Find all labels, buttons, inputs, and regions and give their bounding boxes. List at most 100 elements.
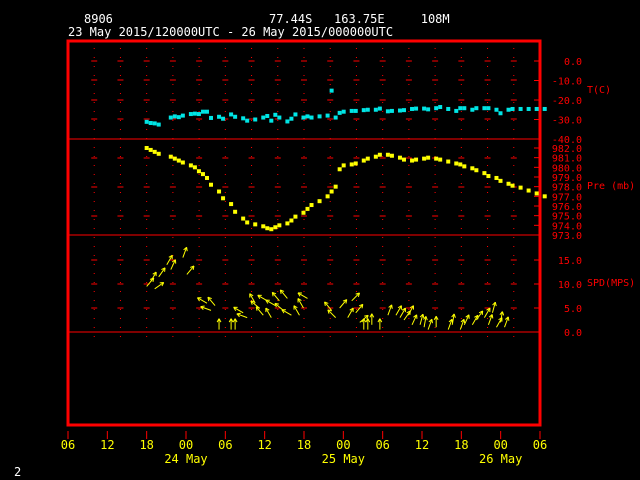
temp-point xyxy=(152,121,157,126)
wind-arrow-head xyxy=(453,313,456,318)
pressure-point xyxy=(526,188,531,193)
temp-point xyxy=(438,105,443,110)
temp-point xyxy=(261,115,266,120)
pressure-point xyxy=(542,194,547,199)
temp-point xyxy=(325,113,330,118)
temp-tick-label: 0.0 xyxy=(564,57,582,68)
temp-point xyxy=(389,108,394,113)
temp-point xyxy=(365,107,370,112)
wind-tick-label: 5.0 xyxy=(564,304,582,315)
temp-point xyxy=(176,115,181,120)
temp-tick-label: -20.0 xyxy=(552,96,582,107)
pressure-point xyxy=(233,209,238,214)
wind-arrow-head xyxy=(463,319,466,324)
pressure-point xyxy=(229,202,234,207)
pressure-point xyxy=(261,224,266,229)
temp-point xyxy=(273,112,278,117)
pressure-point xyxy=(208,182,213,187)
temp-point xyxy=(434,106,439,111)
temp-point xyxy=(506,107,511,112)
pressure-point xyxy=(176,158,181,163)
temp-point xyxy=(486,106,491,111)
temp-point xyxy=(245,118,250,123)
pressure-point xyxy=(337,167,342,172)
x-tick-label: 12 xyxy=(100,438,114,452)
pressure-point xyxy=(293,214,298,219)
x-tick-label: 06 xyxy=(61,438,75,452)
x-tick-label: 18 xyxy=(139,438,153,452)
plot-frame xyxy=(66,39,542,427)
pressure-point xyxy=(148,147,153,152)
wind-tick-label: 15.0 xyxy=(558,256,582,267)
pressure-point xyxy=(285,221,290,226)
pressure-point xyxy=(152,149,157,154)
wind-arrow-head xyxy=(236,312,241,315)
pressure-point xyxy=(510,183,515,188)
wind-arrow-head xyxy=(200,305,205,308)
pressure-point xyxy=(534,191,539,196)
temp-point xyxy=(196,112,201,117)
pressure-point xyxy=(474,168,479,173)
pressure-point xyxy=(305,206,310,211)
wind-arrow-head xyxy=(422,314,425,319)
temp-point xyxy=(253,117,258,122)
temp-point xyxy=(341,109,346,114)
temp-point xyxy=(229,112,234,117)
wind-arrow-head xyxy=(186,247,188,252)
temp-point xyxy=(422,106,427,111)
temp-point xyxy=(277,115,282,120)
temp-point xyxy=(180,113,185,118)
pressure-point xyxy=(188,163,193,168)
pressure-point xyxy=(426,155,431,160)
temp-point xyxy=(241,116,246,121)
temp-point xyxy=(144,119,149,124)
date-label: 26 May xyxy=(479,452,522,466)
temp-point xyxy=(329,88,334,93)
pressure-point xyxy=(377,152,382,157)
temp-point xyxy=(510,106,515,111)
temp-point xyxy=(172,114,177,119)
pressure-point xyxy=(309,203,314,208)
temp-point xyxy=(385,109,390,114)
temp-point xyxy=(208,115,213,120)
temp-point xyxy=(518,106,523,111)
temp-point xyxy=(269,118,274,123)
x-tick-label: 12 xyxy=(415,438,429,452)
temp-point xyxy=(293,112,298,117)
pressure-point xyxy=(462,164,467,169)
pressure-point xyxy=(373,154,378,159)
pressure-point xyxy=(289,218,294,223)
pressure-point xyxy=(156,151,161,156)
temp-point xyxy=(192,111,197,116)
wind-axis-label: SPD(MPS) xyxy=(587,278,635,289)
pressure-point xyxy=(180,160,185,165)
x-tick-label: 00 xyxy=(493,438,507,452)
pressure-point xyxy=(385,152,390,157)
pressure-point xyxy=(172,156,177,161)
x-tick-label: 06 xyxy=(533,438,547,452)
wind-arrow-head xyxy=(501,311,505,316)
temp-point xyxy=(426,107,431,112)
temp-point xyxy=(373,107,378,112)
pressure-point xyxy=(434,156,439,161)
temp-point xyxy=(156,122,161,127)
temp-point xyxy=(498,111,503,116)
temp-point xyxy=(148,121,153,126)
wind-tick-label: 0.0 xyxy=(564,328,582,339)
temp-point xyxy=(458,106,463,111)
pressure-point xyxy=(200,172,205,177)
temp-point xyxy=(305,114,310,119)
x-tick-label: 12 xyxy=(257,438,271,452)
temp-point xyxy=(397,108,402,113)
pressure-point xyxy=(217,189,222,194)
temp-point xyxy=(454,108,459,113)
temp-point xyxy=(377,106,382,111)
pressure-point xyxy=(438,157,443,162)
pressure-point xyxy=(389,153,394,158)
temp-point xyxy=(337,110,342,115)
wind-arrow-head xyxy=(494,302,497,307)
pressure-point xyxy=(506,181,511,186)
pressure-point xyxy=(204,175,209,180)
pressure-point xyxy=(168,154,173,159)
temp-point xyxy=(401,108,406,113)
